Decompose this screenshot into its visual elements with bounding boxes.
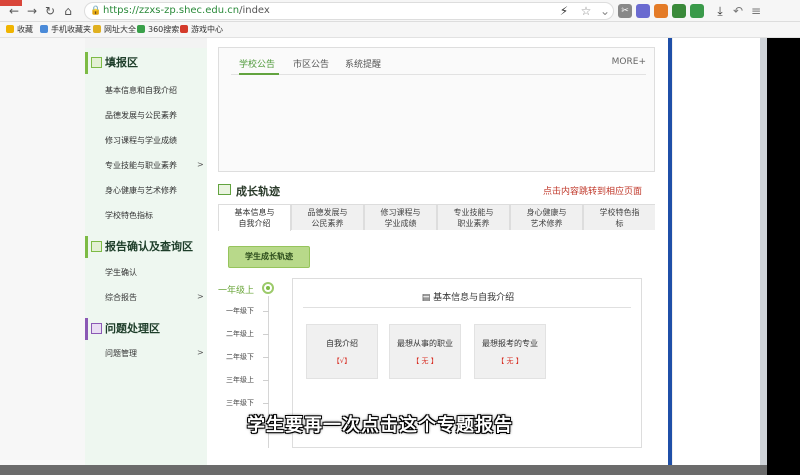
menu-icon[interactable]: ≡: [748, 3, 764, 19]
web-icon: [93, 25, 101, 33]
extension-icon-1[interactable]: [636, 4, 650, 18]
item-label: 自我介绍: [326, 339, 358, 348]
tab-school-notice[interactable]: 学校公告: [239, 57, 275, 70]
url-path: /index: [239, 5, 270, 16]
item-major[interactable]: 最想报考的专业 【 无 】: [474, 324, 546, 379]
item-value: 【 无 】: [497, 357, 523, 365]
extension-icon-4[interactable]: [690, 4, 704, 18]
sidebar-item-basic-info[interactable]: 基本信息和自我介绍: [105, 85, 177, 96]
screen: ← → ↻ ⌂ 🔒 https://zzxs-zp.shec.edu.cn/in…: [0, 0, 800, 475]
card-title: ▤ 基本信息与自我介绍: [421, 293, 515, 303]
lock-icon: 🔒: [90, 6, 102, 16]
bookmark-favorites[interactable]: 收藏: [6, 22, 33, 37]
bookmarks-bar: 收藏 手机收藏夹 网址大全 360搜索 游戏中心: [0, 22, 800, 38]
tab-school-features[interactable]: 学校特色指 标: [583, 204, 656, 230]
star-icon[interactable]: ☆: [578, 3, 594, 19]
browser-toolbar: ← → ↻ ⌂ 🔒 https://zzxs-zp.shec.edu.cn/in…: [0, 0, 800, 22]
taskbar-strip: [0, 465, 767, 475]
reload-icon[interactable]: ↻: [42, 3, 58, 19]
growth-tabs: 基本信息与 自我介绍 品德发展与 公民素养 修习课程与 学业成绩 专业技能与 职…: [218, 204, 656, 231]
sidebar-item-comprehensive-report[interactable]: 综合报告: [105, 292, 137, 303]
cut-icon[interactable]: ✂: [618, 4, 632, 18]
bookmark-mobile[interactable]: 手机收藏夹: [40, 22, 91, 37]
undo-icon[interactable]: ↶: [730, 3, 746, 19]
sidebar-item-courses[interactable]: 修习课程与学业成绩: [105, 135, 177, 146]
divider: [303, 307, 631, 308]
chevron-right-icon[interactable]: >: [197, 292, 204, 301]
item-label: 最想报考的专业: [482, 339, 538, 348]
sidebar: 填报区 基本信息和自我介绍 品德发展与公民素养 修习课程与学业成绩 专业技能与职…: [85, 48, 207, 465]
growth-hint: 点击内容跳转到相应页面: [543, 187, 643, 197]
divider: [231, 74, 646, 75]
grade-label[interactable]: 二年级上: [226, 329, 254, 339]
star-icon: [6, 25, 14, 33]
page-left-margin: [0, 38, 85, 465]
browser-scrollbar[interactable]: [760, 38, 767, 465]
right-pane: [672, 38, 760, 465]
bookmark-360search[interactable]: 360搜索: [137, 22, 179, 37]
item-label: 最想从事的职业: [397, 339, 453, 348]
growth-badge: 学生成长轨迹: [228, 246, 310, 268]
chevron-right-icon[interactable]: >: [197, 348, 204, 357]
video-subtitle: 学生要再一次点击这个专题报告: [247, 415, 513, 436]
tab-basic-info[interactable]: 基本信息与 自我介绍: [218, 204, 291, 231]
growth-title: 成长轨迹: [218, 183, 280, 199]
download-icon[interactable]: ⤓: [712, 3, 728, 19]
tab-district-notice[interactable]: 市区公告: [293, 57, 329, 70]
edit-icon: [91, 57, 102, 68]
tab-courses[interactable]: 修习课程与 学业成绩: [364, 204, 437, 230]
item-self-intro[interactable]: 自我介绍 【√】: [306, 324, 378, 379]
growth-chart-icon: [218, 184, 231, 195]
timeline-tick: [263, 334, 269, 335]
more-link[interactable]: MORE+: [612, 57, 646, 67]
item-value: 【√】: [332, 357, 352, 365]
extension-icon-3[interactable]: [672, 4, 686, 18]
grade-label[interactable]: 二年级下: [226, 352, 254, 362]
chart-icon: [91, 241, 102, 252]
grade-label[interactable]: 三年级下: [226, 398, 254, 408]
timeline-tick: [263, 311, 269, 312]
grade-label[interactable]: 三年级上: [226, 375, 254, 385]
search-icon: [137, 25, 145, 33]
active-tab-indicator: [239, 73, 279, 75]
grade-label[interactable]: 一年级上: [218, 283, 254, 296]
tab-morality[interactable]: 品德发展与 公民素养: [291, 204, 364, 230]
sidebar-section-report: 报告确认及查询区: [85, 236, 207, 258]
timeline-tick: [263, 357, 269, 358]
back-icon[interactable]: ←: [6, 3, 22, 19]
timeline-tick: [263, 403, 269, 404]
chevron-right-icon[interactable]: >: [197, 160, 204, 169]
tab-skills[interactable]: 专业技能与 职业素养: [437, 204, 510, 230]
timeline-current-marker: [262, 282, 274, 294]
sidebar-item-school-features[interactable]: 学校特色指标: [105, 210, 153, 221]
lightning-icon[interactable]: ⚡: [556, 3, 572, 19]
item-career[interactable]: 最想从事的职业 【 无 】: [389, 324, 461, 379]
bookmark-games[interactable]: 游戏中心: [180, 22, 223, 37]
web-page: 填报区 基本信息和自我介绍 品德发展与公民素养 修习课程与学业成绩 专业技能与职…: [0, 38, 760, 475]
sidebar-item-skills[interactable]: 专业技能与职业素养: [105, 160, 177, 171]
url-secure: https://zzxs-zp.shec.edu.cn: [103, 5, 240, 16]
phone-icon: [40, 25, 48, 33]
screen-edge: [767, 38, 800, 475]
sidebar-section-fill: 填报区: [85, 52, 207, 74]
item-value: 【 无 】: [412, 357, 438, 365]
issue-icon: [91, 323, 102, 334]
home-icon[interactable]: ⌂: [60, 3, 76, 19]
forward-icon[interactable]: →: [24, 3, 40, 19]
tab-health-arts[interactable]: 身心健康与 艺术修养: [510, 204, 583, 230]
sidebar-section-issues: 问题处理区: [85, 318, 207, 340]
sidebar-item-morality[interactable]: 品德发展与公民素养: [105, 110, 177, 121]
extension-icon-2[interactable]: [654, 4, 668, 18]
timeline-tick: [263, 380, 269, 381]
grade-label[interactable]: 一年级下: [226, 306, 254, 316]
sidebar-item-health-arts[interactable]: 身心健康与艺术修养: [105, 185, 177, 196]
chevron-down-icon[interactable]: ⌄: [597, 3, 613, 19]
tab-system-reminder[interactable]: 系统提醒: [345, 57, 381, 70]
sidebar-item-student-confirm[interactable]: 学生确认: [105, 267, 137, 278]
game-icon: [180, 25, 188, 33]
notice-panel: 学校公告 市区公告 系统提醒 MORE+: [218, 47, 655, 172]
bookmark-directory[interactable]: 网址大全: [93, 22, 136, 37]
address-bar[interactable]: 🔒 https://zzxs-zp.shec.edu.cn/index: [84, 2, 614, 20]
sidebar-item-issue-management[interactable]: 问题管理: [105, 348, 137, 359]
